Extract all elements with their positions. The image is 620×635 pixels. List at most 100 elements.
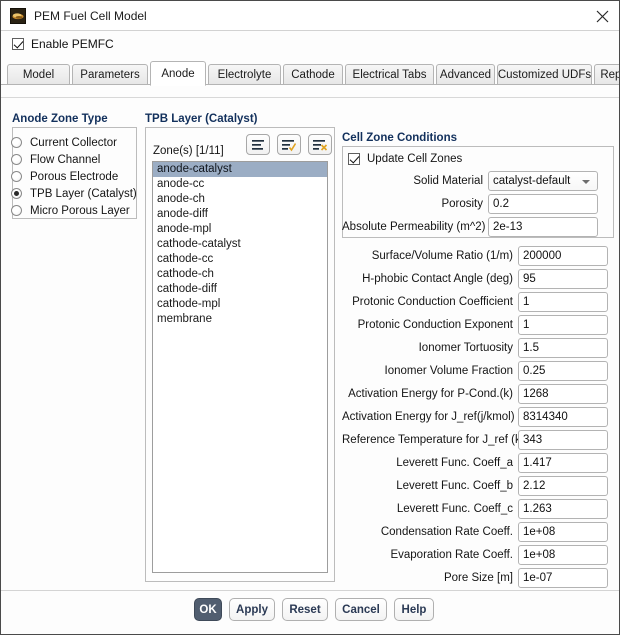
zone-list-item[interactable]: cathode-catalyst [153, 237, 327, 252]
param-row-ionomer-volume-fraction: Ionomer Volume Fraction [342, 361, 610, 381]
param-input-ionomer-tortuosity[interactable] [518, 338, 608, 358]
help-button[interactable]: Help [394, 598, 434, 621]
enable-pemfc-checkbox[interactable] [12, 38, 24, 50]
param-label-protonic-conduction-coefficient: Protonic Conduction Coefficient [352, 296, 513, 308]
param-input-activation-energy-for-p-cond-k[interactable] [518, 384, 608, 404]
update-cell-zones-label: Update Cell Zones [367, 153, 463, 165]
cancel-button[interactable]: Cancel [335, 598, 387, 621]
zone-list-item[interactable]: cathode-diff [153, 282, 327, 297]
param-input-surface-volume-ratio-1-m[interactable] [518, 246, 608, 266]
ok-button[interactable]: OK [194, 598, 222, 621]
tab-label: Customized UDFs [497, 68, 592, 81]
param-row-leverett-func-coeff-b: Leverett Func. Coeff_b [342, 476, 610, 496]
param-row-activation-energy-for-j-ref-j-kmol: Activation Energy for J_ref(j/kmol) [342, 407, 610, 427]
zone-list-item[interactable]: cathode-ch [153, 267, 327, 282]
radio-label: Porous Electrode [30, 170, 119, 183]
radio-label: TPB Layer (Catalyst) [30, 187, 137, 200]
tab-label: Electrolyte [217, 68, 272, 81]
param-input-h-phobic-contact-angle-deg[interactable] [518, 269, 608, 289]
tab-anode[interactable]: Anode [150, 61, 206, 86]
zone-type-option-current-collector[interactable]: Current Collector [11, 135, 117, 150]
update-cell-zones-checkbox[interactable] [348, 153, 360, 165]
param-input-protonic-conduction-coefficient[interactable] [518, 292, 608, 312]
tab-reports[interactable]: Reports [594, 64, 619, 85]
zone-type-option-porous-electrode[interactable]: Porous Electrode [11, 169, 118, 184]
param-row-protonic-conduction-coefficient: Protonic Conduction Coefficient [342, 292, 610, 312]
list-all-button[interactable] [246, 134, 270, 155]
param-input-evaporation-rate-coeff[interactable] [518, 545, 608, 565]
param-label-protonic-conduction-exponent: Protonic Conduction Exponent [357, 319, 513, 331]
zone-list-item[interactable]: anode-ch [153, 192, 327, 207]
tab-label: Anode [161, 67, 195, 80]
porosity-input[interactable] [488, 194, 598, 214]
param-label-condensation-rate-coeff: Condensation Rate Coeff. [380, 526, 513, 538]
reset-button[interactable]: Reset [282, 598, 328, 621]
pem-fuel-cell-model-dialog: PEM Fuel Cell Model Enable PEMFC Model Pa… [0, 0, 620, 635]
deselect-all-button[interactable] [308, 134, 332, 155]
param-row-leverett-func-coeff-a: Leverett Func. Coeff_a [342, 453, 610, 473]
tab-parameters[interactable]: Parameters [72, 64, 148, 85]
radio-button[interactable] [11, 188, 22, 199]
list-icon [252, 140, 264, 150]
param-label-leverett-func-coeff-c: Leverett Func. Coeff_c [396, 503, 513, 515]
zone-type-option-tpb-layer-catalyst[interactable]: TPB Layer (Catalyst) [11, 186, 137, 201]
param-row-condensation-rate-coeff: Condensation Rate Coeff. [342, 522, 610, 542]
tab-underline [1, 84, 619, 85]
zone-list-item[interactable]: cathode-mpl [153, 297, 327, 312]
param-input-ionomer-volume-fraction[interactable] [518, 361, 608, 381]
zone-type-option-micro-porous-layer[interactable]: Micro Porous Layer [11, 203, 130, 218]
param-row-leverett-func-coeff-c: Leverett Func. Coeff_c [342, 499, 610, 519]
param-label-surface-volume-ratio-1-m: Surface/Volume Ratio (1/m) [371, 250, 513, 262]
param-row-surface-volume-ratio-1-m: Surface/Volume Ratio (1/m) [342, 246, 610, 266]
chevron-down-icon [582, 180, 590, 184]
list-check-icon [282, 140, 296, 152]
tab-advanced[interactable]: Advanced [436, 64, 495, 85]
radio-label: Micro Porous Layer [30, 204, 130, 217]
param-input-condensation-rate-coeff[interactable] [518, 522, 608, 542]
zone-list-item[interactable]: membrane [153, 312, 327, 327]
porosity-label: Porosity [441, 198, 483, 210]
param-input-leverett-func-coeff-a[interactable] [518, 453, 608, 473]
tab-label: Parameters [80, 68, 140, 81]
tab-customized-udfs[interactable]: Customized UDFs [497, 64, 592, 85]
param-input-activation-energy-for-j-ref-j-kmol[interactable] [518, 407, 608, 427]
radio-label: Flow Channel [30, 153, 101, 166]
update-cell-zones-row[interactable]: Update Cell Zones [348, 152, 462, 166]
tab-cathode[interactable]: Cathode [283, 64, 343, 85]
tab-electrical-tabs[interactable]: Electrical Tabs [345, 64, 434, 85]
radio-label: Current Collector [30, 136, 117, 149]
zone-listbox[interactable]: anode-catalyst anode-cc anode-ch anode-diff… [152, 161, 328, 573]
solid-material-select[interactable]: catalyst-default [488, 171, 598, 191]
zone-list-item[interactable]: anode-diff [153, 207, 327, 222]
zone-type-option-flow-channel[interactable]: Flow Channel [11, 152, 100, 167]
apply-button[interactable]: Apply [229, 598, 275, 621]
zone-list-item[interactable]: anode-cc [153, 177, 327, 192]
param-input-protonic-conduction-exponent[interactable] [518, 315, 608, 335]
param-input-reference-temperature-for-j-ref-k[interactable] [518, 430, 608, 450]
param-label-activation-energy-for-j-ref-j-kmol: Activation Energy for J_ref(j/kmol) [342, 411, 515, 423]
radio-button[interactable] [11, 171, 22, 182]
param-input-pore-size-m[interactable] [518, 568, 608, 588]
zone-list-item[interactable]: anode-mpl [153, 222, 327, 237]
param-label-leverett-func-coeff-b: Leverett Func. Coeff_b [396, 480, 513, 492]
absolute-permeability-input[interactable] [488, 217, 598, 237]
enable-pemfc-row[interactable]: Enable PEMFC [12, 36, 114, 52]
param-row-pore-size-m: Pore Size [m] [342, 568, 610, 588]
tab-electrolyte[interactable]: Electrolyte [208, 64, 281, 85]
zone-list-item[interactable]: cathode-cc [153, 252, 327, 267]
solid-material-row: Solid Material catalyst-default [342, 171, 610, 191]
fluent-app-icon [10, 8, 26, 24]
param-input-leverett-func-coeff-c[interactable] [518, 499, 608, 519]
enable-pemfc-label: Enable PEMFC [31, 37, 114, 51]
radio-button[interactable] [11, 137, 22, 148]
tab-bar: Model Parameters Anode Electrolyte Cathode El… [1, 61, 619, 86]
cell-zone-conditions-title: Cell Zone Conditions [342, 132, 457, 144]
tab-model[interactable]: Model [7, 64, 70, 85]
zone-list-item[interactable]: anode-catalyst [153, 162, 327, 177]
select-all-button[interactable] [277, 134, 301, 155]
close-icon[interactable] [589, 5, 615, 27]
radio-button[interactable] [11, 205, 22, 216]
param-input-leverett-func-coeff-b[interactable] [518, 476, 608, 496]
absolute-permeability-label: Absolute Permeability (m^2) [342, 221, 486, 233]
radio-button[interactable] [11, 154, 22, 165]
